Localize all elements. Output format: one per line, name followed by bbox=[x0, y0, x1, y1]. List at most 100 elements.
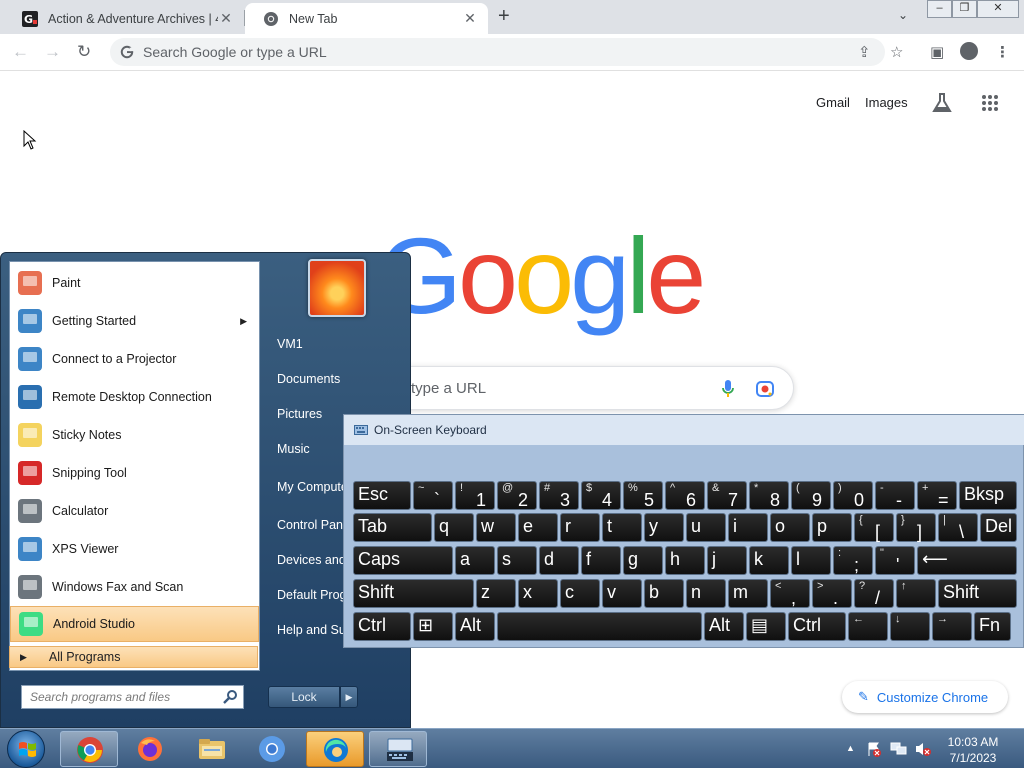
osk-key[interactable]: (9 bbox=[791, 481, 831, 510]
osk-key[interactable]: Shift bbox=[938, 579, 1017, 608]
osk-key[interactable]: ▤ bbox=[746, 612, 786, 641]
start-right-item[interactable]: Documents bbox=[277, 372, 340, 386]
osk-key[interactable]: >. bbox=[812, 579, 852, 608]
osk-key[interactable]: n bbox=[686, 579, 726, 608]
side-panel-icon[interactable]: ▣ bbox=[930, 43, 944, 61]
osk-key[interactable]: & 7 bbox=[707, 481, 747, 510]
start-right-item[interactable]: Default Prog bbox=[277, 588, 346, 602]
lens-camera-icon[interactable] bbox=[755, 379, 775, 399]
start-right-item[interactable]: Devices and bbox=[277, 553, 346, 567]
taskbar-firefox[interactable] bbox=[121, 731, 179, 767]
start-right-item[interactable]: Music bbox=[277, 442, 310, 456]
shutdown-options-arrow-icon[interactable]: ▶ bbox=[340, 686, 358, 708]
osk-key[interactable]: <, bbox=[770, 579, 810, 608]
omnibox[interactable] bbox=[110, 38, 885, 66]
tab-action-adventure[interactable]: G Action & Adventure Archives | 4K ✕ bbox=[4, 3, 244, 34]
search-icon[interactable] bbox=[223, 689, 238, 704]
osk-key[interactable]: :; bbox=[833, 546, 873, 575]
taskbar-chrome[interactable] bbox=[60, 731, 118, 767]
back-arrow-icon[interactable]: ← bbox=[12, 42, 29, 62]
gmail-link[interactable]: Gmail bbox=[816, 95, 850, 110]
user-picture-flower[interactable] bbox=[308, 259, 366, 317]
osk-key[interactable]: {[ bbox=[854, 513, 894, 542]
tab-close-icon[interactable]: ✕ bbox=[462, 10, 478, 27]
osk-key[interactable]: -- bbox=[875, 481, 915, 510]
osk-key[interactable]: d bbox=[539, 546, 579, 575]
ntp-search-box[interactable]: type a URL bbox=[380, 366, 794, 410]
osk-key[interactable]: h bbox=[665, 546, 705, 575]
restore-button[interactable]: ❐ bbox=[952, 0, 977, 18]
osk-key[interactable]: e bbox=[518, 513, 558, 542]
omnibox-input[interactable] bbox=[143, 44, 743, 60]
start-right-item[interactable]: My Compute bbox=[277, 480, 348, 494]
osk-key[interactable]: Fn bbox=[974, 612, 1011, 641]
osk-key[interactable]: ← bbox=[848, 612, 888, 641]
reload-icon[interactable]: ↻ bbox=[77, 42, 91, 62]
bookmark-star-icon[interactable]: ☆ bbox=[890, 43, 903, 61]
osk-key[interactable]: | \ bbox=[938, 513, 978, 542]
new-tab-button[interactable]: + bbox=[498, 5, 510, 28]
osk-key[interactable]: @2 bbox=[497, 481, 537, 510]
osk-key[interactable]: Alt bbox=[704, 612, 744, 641]
osk-key[interactable]: Ctrl bbox=[353, 612, 411, 641]
osk-key[interactable]: % 5 bbox=[623, 481, 663, 510]
osk-key[interactable]: k bbox=[749, 546, 789, 575]
osk-key[interactable]: ↓ bbox=[890, 612, 930, 641]
osk-key[interactable]: Esc bbox=[353, 481, 411, 510]
lock-button[interactable]: Lock bbox=[268, 686, 340, 708]
osk-key[interactable]: ~ ` bbox=[413, 481, 453, 510]
osk-key[interactable]: Shift bbox=[353, 579, 474, 608]
taskbar-on-screen-keyboard[interactable] bbox=[369, 731, 427, 767]
start-program-item[interactable]: Getting Started ▶ bbox=[10, 303, 259, 339]
all-programs-button[interactable]: ▶ All Programs bbox=[9, 646, 258, 668]
start-program-item[interactable]: Windows Fax and Scan bbox=[10, 569, 259, 605]
osk-key[interactable]: ^ 6 bbox=[665, 481, 705, 510]
start-program-item[interactable]: Paint bbox=[10, 265, 259, 301]
osk-key[interactable]: j bbox=[707, 546, 747, 575]
start-program-item[interactable]: Sticky Notes bbox=[10, 417, 259, 453]
osk-title-bar[interactable]: On-Screen Keyboard bbox=[344, 415, 1024, 445]
google-apps-icon[interactable] bbox=[981, 94, 999, 112]
start-right-item[interactable]: VM1 bbox=[277, 337, 303, 351]
voice-search-mic-icon[interactable] bbox=[721, 379, 735, 399]
menu-kebab-icon[interactable]: ⋮ bbox=[995, 43, 1010, 61]
osk-key[interactable]: m bbox=[728, 579, 768, 608]
osk-key[interactable]: Caps bbox=[353, 546, 453, 575]
start-right-item[interactable]: Control Pane bbox=[277, 518, 350, 532]
start-program-item[interactable]: XPS Viewer bbox=[10, 531, 259, 567]
osk-key[interactable]: p bbox=[812, 513, 852, 542]
osk-key[interactable]: ⟵ bbox=[917, 546, 1017, 575]
osk-key[interactable]: y bbox=[644, 513, 684, 542]
osk-key[interactable]: a bbox=[455, 546, 495, 575]
osk-key[interactable] bbox=[497, 612, 702, 641]
network-icon[interactable] bbox=[890, 741, 908, 757]
osk-key[interactable]: b bbox=[644, 579, 684, 608]
osk-key[interactable]: t bbox=[602, 513, 642, 542]
osk-key[interactable]: ? / bbox=[854, 579, 894, 608]
osk-key[interactable]: f bbox=[581, 546, 621, 575]
taskbar-edge[interactable] bbox=[306, 731, 364, 767]
osk-key[interactable]: → bbox=[932, 612, 972, 641]
osk-key[interactable]: o bbox=[770, 513, 810, 542]
start-search-box[interactable] bbox=[21, 685, 244, 709]
taskbar-chromium[interactable] bbox=[243, 731, 301, 767]
tab-close-icon[interactable]: ✕ bbox=[218, 10, 234, 27]
osk-key[interactable]: Tab bbox=[353, 513, 432, 542]
osk-key[interactable]: w bbox=[476, 513, 516, 542]
osk-key[interactable]: ↑ bbox=[896, 579, 936, 608]
start-program-item[interactable]: Snipping Tool bbox=[10, 455, 259, 491]
osk-key[interactable]: #3 bbox=[539, 481, 579, 510]
osk-key[interactable]: x bbox=[518, 579, 558, 608]
osk-key[interactable]: * 8 bbox=[749, 481, 789, 510]
start-program-item[interactable]: Calculator bbox=[10, 493, 259, 529]
start-button[interactable] bbox=[7, 730, 45, 768]
osk-key[interactable]: r bbox=[560, 513, 600, 542]
osk-key[interactable]: " ' bbox=[875, 546, 915, 575]
volume-muted-icon[interactable] bbox=[914, 741, 932, 757]
minimize-button[interactable]: – bbox=[927, 0, 952, 18]
osk-key[interactable]: $4 bbox=[581, 481, 621, 510]
tab-new-tab[interactable]: New Tab ✕ bbox=[245, 3, 488, 34]
start-right-item[interactable]: Help and Sup bbox=[277, 623, 353, 637]
tray-overflow-arrow-icon[interactable]: ▲ bbox=[846, 743, 855, 753]
osk-key[interactable]: ! 1 bbox=[455, 481, 495, 510]
